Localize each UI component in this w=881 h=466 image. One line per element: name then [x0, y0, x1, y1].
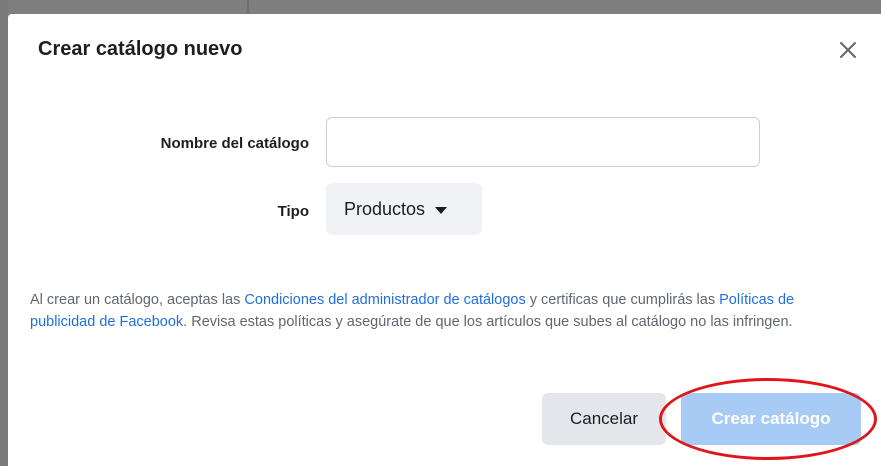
caret-down-icon [435, 206, 448, 214]
background-edge [0, 0, 8, 466]
catalog-type-dropdown[interactable]: Productos [326, 183, 482, 235]
close-icon [840, 42, 856, 58]
background-page [0, 0, 881, 14]
background-divider [247, 0, 249, 14]
create-catalog-button[interactable]: Crear catálogo [681, 393, 861, 445]
dialog-title: Crear catálogo nuevo [38, 38, 243, 60]
legal-text-1: Al crear un catálogo, aceptas las [30, 292, 245, 308]
legal-text-3: . Revisa estas políticas y asegúrate de … [183, 314, 793, 330]
catalog-type-label: Tipo [277, 203, 309, 220]
close-button[interactable] [834, 36, 862, 64]
legal-notice: Al crear un catálogo, aceptas las Condic… [30, 289, 860, 333]
cancel-button[interactable]: Cancelar [542, 393, 666, 445]
catalog-name-label: Nombre del catálogo [160, 135, 309, 152]
catalog-type-value: Productos [344, 198, 426, 219]
legal-text-2: y certificas que cumplirás las [525, 292, 720, 308]
create-catalog-dialog: Crear catálogo nuevo Nombre del catálogo… [8, 14, 881, 466]
catalog-manager-terms-link[interactable]: Condiciones del administrador de catálog… [244, 292, 525, 308]
catalog-name-input[interactable] [326, 117, 760, 167]
